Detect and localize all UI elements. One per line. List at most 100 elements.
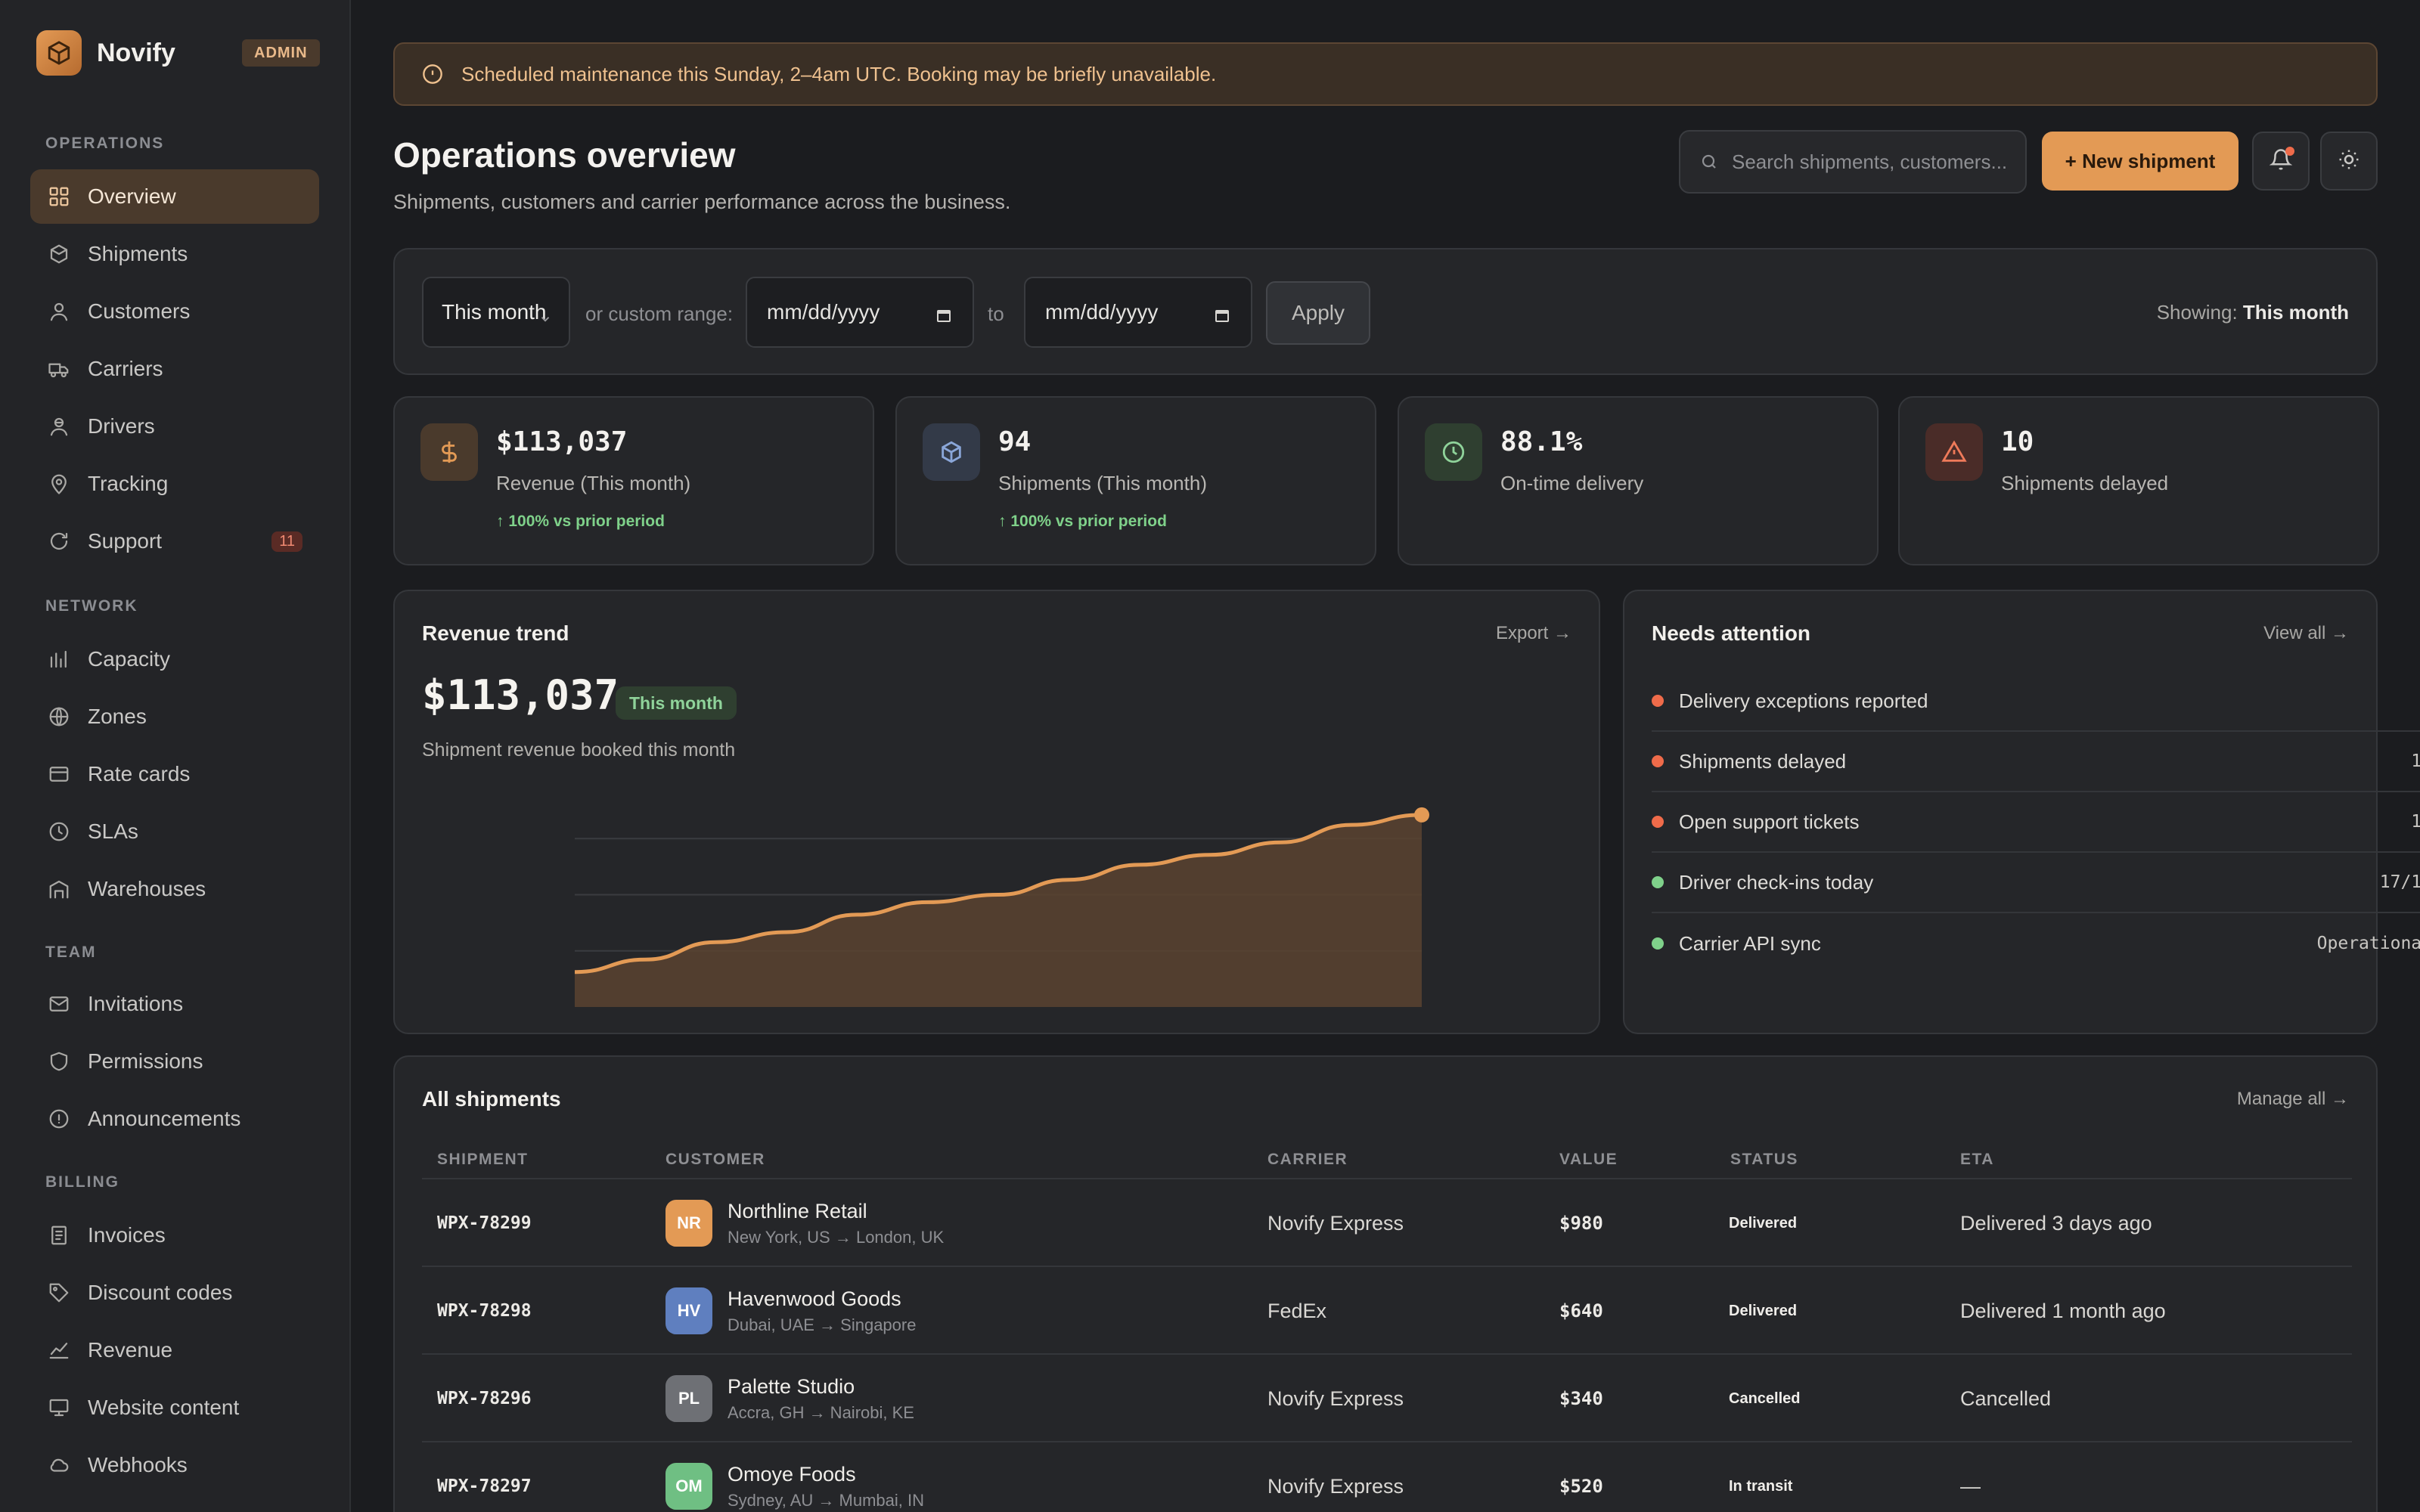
sidebar-item-discount-codes[interactable]: Discount codes (30, 1266, 319, 1320)
search-input[interactable]: Search shipments, customers... (1679, 130, 2027, 194)
notifications-button[interactable] (2252, 132, 2310, 191)
sidebar-item-label: Overview (88, 184, 176, 208)
sidebar-item-warehouses[interactable]: Warehouses (30, 862, 319, 916)
table-row[interactable]: WPX-78297 OM Omoye Foods Sydney, AU → Mumba… (422, 1442, 2352, 1512)
sidebar-item-permissions[interactable]: Permissions (30, 1034, 319, 1089)
box-icon (45, 240, 73, 268)
mail-icon (45, 990, 73, 1018)
attention-item[interactable]: Delivery exceptions reported9 (1652, 671, 2420, 732)
sidebar-item-drivers[interactable]: Drivers (30, 399, 319, 454)
sidebar: Novify ADMIN OPERATIONS NETWORK TEAM BIL… (0, 0, 351, 1512)
sidebar-item-label: Capacity (88, 647, 170, 671)
carrier-name: FedEx (1267, 1299, 1327, 1322)
period-select[interactable]: This month (422, 277, 570, 348)
stat-value: 10 (2001, 426, 2034, 457)
sidebar-item-label: Warehouses (88, 877, 206, 900)
sidebar-item-label: Rate cards (88, 762, 191, 785)
apply-button[interactable]: Apply (1266, 281, 1370, 345)
sidebar-item-label: Website content (88, 1396, 240, 1419)
sidebar-item-customers[interactable]: Customers (30, 284, 319, 339)
invoice-icon (45, 1222, 73, 1249)
customer-route: New York, US → London, UK (728, 1227, 945, 1247)
shipment-id[interactable]: WPX-78299 (437, 1213, 532, 1233)
shipment-value: $520 (1559, 1476, 1603, 1497)
sidebar-item-invitations[interactable]: Invitations (30, 977, 319, 1031)
sidebar-item-rate-cards[interactable]: Rate cards (30, 747, 319, 801)
needs-attention-panel: Needs attention View all → Delivery exce… (1623, 590, 2420, 1034)
sidebar-item-tracking[interactable]: Tracking (30, 457, 319, 511)
maintenance-banner: Scheduled maintenance this Sunday, 2–4am… (393, 42, 2378, 106)
needs-attention-title: Needs attention (1652, 621, 1811, 645)
end-date-input[interactable]: mm/dd/yyyy (1024, 277, 1252, 348)
warehouse-icon (45, 875, 73, 903)
column-header-eta: ETA (1960, 1151, 1994, 1168)
status-badge: Delivered (1729, 1214, 1798, 1232)
table-row[interactable]: WPX-78298 HV Havenwood Goods Dubai, UAE → S… (422, 1267, 2352, 1355)
sidebar-item-capacity[interactable]: Capacity (30, 632, 319, 686)
sidebar-item-shipments[interactable]: Shipments (30, 227, 319, 281)
avatar: HV (666, 1287, 712, 1334)
sidebar-item-website-content[interactable]: Website content (30, 1380, 319, 1435)
monitor-icon (45, 1394, 73, 1421)
stat-value: 94 (998, 426, 1032, 457)
sidebar-item-label: Announcements (88, 1107, 241, 1130)
table-row[interactable]: WPX-78299 NR Northline Retail New York, US … (422, 1179, 2352, 1267)
sidebar-item-carriers[interactable]: Carriers (30, 342, 319, 396)
clock-icon (45, 818, 73, 845)
custom-range-label: or custom range: (585, 302, 734, 325)
clock-icon (1425, 423, 1482, 481)
info-icon (422, 64, 443, 85)
stat-label: Shipments (This month) (998, 472, 1207, 494)
stat-trend: ↑ 100% vs prior period (998, 513, 1167, 530)
sidebar-item-zones[interactable]: Zones (30, 689, 319, 744)
sidebar-item-overview[interactable]: Overview (30, 169, 319, 224)
grid-icon (45, 183, 73, 210)
sidebar-item-invoices[interactable]: Invoices (30, 1208, 319, 1263)
brand-name: Novify (97, 38, 175, 67)
attention-item[interactable]: Open support tickets 11 (1652, 792, 2420, 853)
sidebar-item-announcements[interactable]: Announcements (30, 1092, 319, 1146)
status-dot (1652, 816, 1664, 828)
shipment-id[interactable]: WPX-78296 (437, 1389, 532, 1408)
search-icon (1700, 153, 1718, 171)
section-label-team: TEAM (45, 943, 97, 961)
sidebar-item-slas[interactable]: SLAs (30, 804, 319, 859)
view-all-link[interactable]: View all → (2263, 623, 2349, 644)
eta-text: Cancelled (1960, 1387, 2052, 1410)
manage-all-link[interactable]: Manage all → (2237, 1089, 2349, 1110)
line-chart-icon (45, 1337, 73, 1364)
sidebar-item-support[interactable]: Support 11 (30, 514, 319, 569)
attention-value: 17/17 (2379, 872, 2420, 892)
stat-trend: ↑ 100% vs prior period (496, 513, 665, 530)
theme-toggle-button[interactable] (2320, 132, 2378, 191)
status-badge: Cancelled (1729, 1390, 1801, 1407)
sidebar-item-label: Invoices (88, 1223, 166, 1247)
shipment-id[interactable]: WPX-78297 (437, 1476, 532, 1496)
sidebar-item-webhooks[interactable]: Webhooks (30, 1438, 319, 1492)
attention-label: Shipments delayed (1679, 749, 1847, 773)
chart-point[interactable] (1414, 807, 1429, 823)
status-badge: Delivered (1729, 1302, 1798, 1319)
attention-item[interactable]: Shipments delayed 10 (1652, 732, 2420, 792)
customer-name: Northline Retail (728, 1199, 867, 1222)
attention-item[interactable]: Carrier API sync Operational (1652, 913, 2420, 974)
eta-text: — (1960, 1474, 1981, 1498)
dollar-icon (420, 423, 478, 481)
table-row[interactable]: WPX-78296 PL Palette Studio Accra, GH → Nai… (422, 1355, 2352, 1442)
box-icon (923, 423, 980, 481)
shipment-value: $340 (1559, 1388, 1603, 1409)
attention-item[interactable]: Driver check-ins today 17/17 (1652, 853, 2420, 913)
stat-card-shipments: 94 Shipments (This month) ↑ 100% vs prio… (895, 396, 1376, 565)
date-filter-bar: This month or custom range: mm/dd/yyyy t… (393, 248, 2378, 375)
sidebar-item-label: Permissions (88, 1049, 203, 1073)
new-shipment-button[interactable]: + New shipment (2042, 132, 2238, 191)
brand[interactable]: Novify (36, 30, 175, 76)
stat-value: $113,037 (496, 426, 628, 457)
start-date-input[interactable]: mm/dd/yyyy (746, 277, 974, 348)
sidebar-item-revenue[interactable]: Revenue (30, 1323, 319, 1377)
map-pin-icon (45, 470, 73, 497)
section-label-operations: OPERATIONS (45, 135, 165, 152)
driver-icon (45, 413, 73, 440)
stat-label: On-time delivery (1500, 472, 1644, 494)
shipment-id[interactable]: WPX-78298 (437, 1301, 532, 1321)
